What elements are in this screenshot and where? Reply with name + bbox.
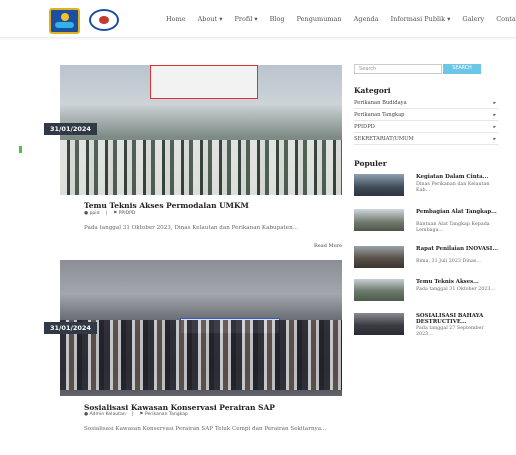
- logo-wave-shape: [55, 22, 74, 28]
- nav-informasi-publik[interactable]: Informasi Publik ▾: [391, 15, 451, 23]
- meta-divider: |: [131, 412, 134, 417]
- nav-blog[interactable]: Blog: [270, 15, 285, 23]
- nav-contact[interactable]: Contact: [496, 15, 516, 23]
- popular-excerpt: Bima, 31 Juli 2023 Dinas...: [416, 259, 481, 264]
- post-excerpt: Pada tanggal 31 Oktober 2023, Dinas Kela…: [84, 225, 299, 231]
- crowd-photo: [60, 140, 342, 195]
- emblem-logo[interactable]: [89, 9, 119, 31]
- post-author[interactable]: ● Admin Kelautan: [84, 412, 126, 417]
- site-header: Home About ▾ Profil ▾ Blog Pengumuman Ag…: [0, 0, 516, 38]
- main-nav: Home About ▾ Profil ▾ Blog Pengumuman Ag…: [166, 15, 516, 23]
- nav-agenda[interactable]: Agenda: [354, 15, 379, 23]
- chevron-right-icon: ▸: [493, 100, 496, 106]
- post-meta: ● Admin Kelautan | ⚑ Perikanan Tangkap: [84, 412, 188, 417]
- popular-thumbnail[interactable]: [354, 246, 404, 268]
- category-list: Perikanan Budidaya ▸ Perikanan Tangkap ▸ P…: [354, 97, 498, 145]
- search-input[interactable]: Search: [354, 64, 442, 74]
- event-banner: [150, 65, 258, 99]
- popular-thumbnail[interactable]: [354, 313, 404, 335]
- popular-thumbnail[interactable]: [354, 209, 404, 231]
- chevron-right-icon: ▸: [493, 112, 496, 118]
- category-name: PPIDPD: [118, 211, 136, 216]
- popular-title[interactable]: Rapat Penilaian INOVASI...: [416, 246, 498, 252]
- category-name: Perikanan Tangkap: [144, 412, 188, 417]
- popular-excerpt: Dinas Perikanan dan Kelautan Kab...: [416, 182, 490, 193]
- category-item[interactable]: PPIDPD ▸: [354, 121, 498, 133]
- nav-profil[interactable]: Profil ▾: [235, 15, 258, 23]
- popular-excerpt: Bantuan Alat Tangkap Kepada Lembaga...: [416, 222, 490, 233]
- category-label: PPIDPD: [354, 124, 375, 130]
- category-item[interactable]: Perikanan Budidaya ▸: [354, 97, 498, 109]
- popular-excerpt: Pada tanggal 27 September 2023...: [416, 326, 484, 337]
- site-logo[interactable]: [49, 8, 80, 34]
- post-image[interactable]: [60, 65, 342, 195]
- post-date-badge: 31/01/2024: [44, 322, 97, 334]
- post-meta: ● ppid | ⚑ PPIDPD: [84, 211, 135, 216]
- popular-title[interactable]: SOSIALISASI BAHAYA DESTRUCTIVE...: [416, 313, 498, 325]
- nav-pengumuman[interactable]: Pengumuman: [297, 15, 342, 23]
- nav-galery[interactable]: Galery: [462, 15, 484, 23]
- author-name: Admin Kelautan: [89, 412, 126, 417]
- category-label: Perikanan Tangkap: [354, 112, 405, 118]
- chevron-right-icon: ▸: [493, 124, 496, 130]
- categories-heading: Kategori: [354, 86, 391, 95]
- post-excerpt: Sosialisasi Kawasan Konservasi Perairan …: [84, 426, 327, 432]
- author-name: ppid: [89, 211, 100, 216]
- post-title[interactable]: Sosialisasi Kawasan Konservasi Perairan …: [84, 403, 275, 412]
- category-label: SEKRETARIAT/UMUM: [354, 136, 414, 142]
- read-more-link[interactable]: Read More: [314, 243, 342, 249]
- popular-title[interactable]: Temu Teknis Akses...: [416, 279, 498, 285]
- post-author[interactable]: ● ppid: [84, 211, 100, 216]
- crowd-photo: [60, 320, 342, 390]
- category-label: Perikanan Budidaya: [354, 100, 407, 106]
- popular-heading: Populer: [354, 159, 387, 168]
- post-category[interactable]: ⚑ PPIDPD: [113, 211, 135, 216]
- chevron-right-icon: ▸: [493, 136, 496, 142]
- category-item[interactable]: Perikanan Tangkap ▸: [354, 109, 498, 121]
- popular-excerpt: Pada tanggal 31 Oktober 2023...: [416, 287, 496, 292]
- post-image[interactable]: [60, 260, 342, 396]
- popular-title[interactable]: Pembagian Alat Tangkap...: [416, 209, 498, 215]
- meta-divider: |: [105, 211, 108, 216]
- emblem-center-shape: [99, 16, 109, 24]
- popular-thumbnail[interactable]: [354, 279, 404, 301]
- post-date-badge: 31/01/2024: [44, 123, 97, 135]
- popular-title[interactable]: Kegiatan Dalam Cinta...: [416, 174, 498, 180]
- nav-home[interactable]: Home: [166, 15, 186, 23]
- post-title[interactable]: Temu Teknis Akses Permodalan UMKM: [84, 201, 249, 210]
- side-tab-handle[interactable]: [19, 146, 22, 153]
- category-item[interactable]: SEKRETARIAT/UMUM ▸: [354, 133, 498, 145]
- nav-about[interactable]: About ▾: [198, 15, 223, 23]
- search-button[interactable]: SEARCH: [443, 64, 481, 74]
- popular-thumbnail[interactable]: [354, 174, 404, 196]
- logo-sun-shape: [61, 13, 69, 21]
- post-category[interactable]: ⚑ Perikanan Tangkap: [139, 412, 188, 417]
